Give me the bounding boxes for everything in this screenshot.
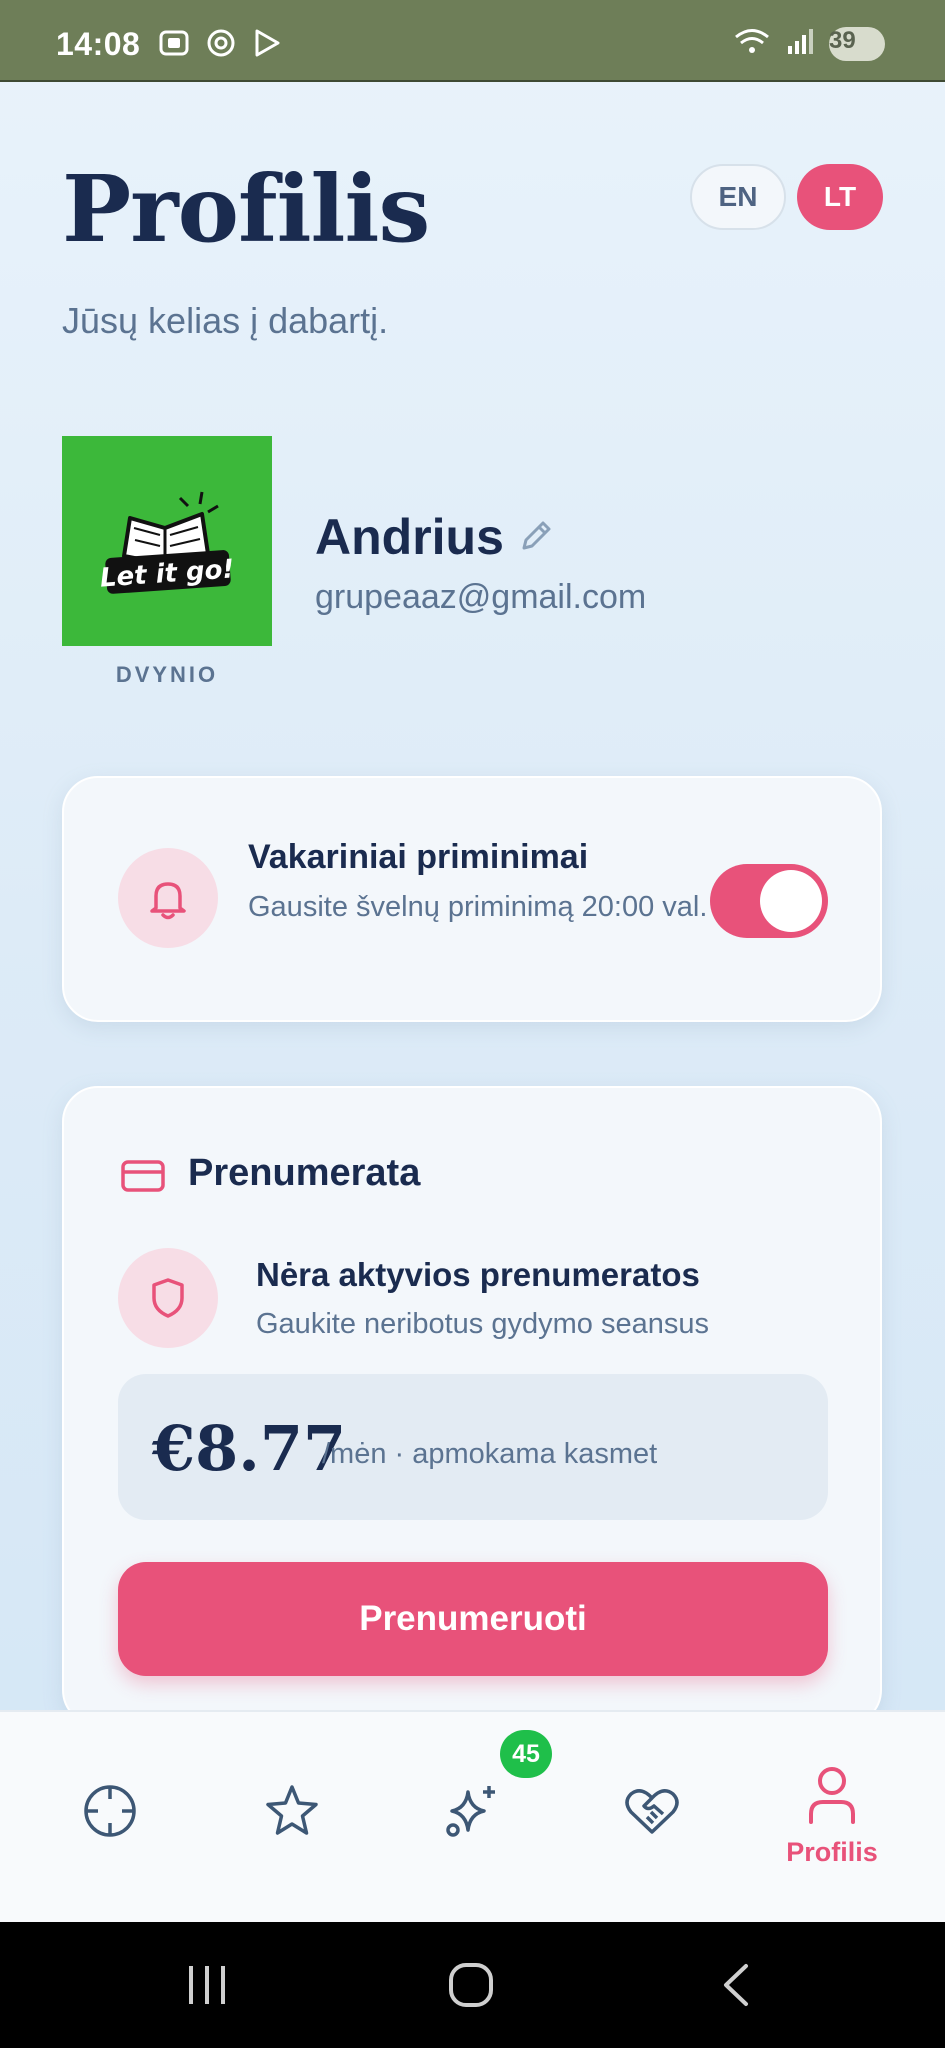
reminder-card: Vakariniai priminimai Gausite švelnų pri…: [62, 776, 882, 1022]
play-store-icon: [252, 28, 282, 63]
status-notification-icons: [158, 28, 282, 63]
notification-badge: 45: [500, 1730, 552, 1778]
status-bar: 14:08 39: [0, 0, 945, 82]
toggle-knob: [760, 870, 822, 932]
heart-handshake-icon: [623, 1782, 681, 1845]
back-icon[interactable]: [718, 1962, 752, 2013]
user-email: grupeaaz@gmail.com: [315, 578, 647, 616]
price-period: /mėn · apmokama kasmet: [322, 1438, 658, 1470]
status-system-icons: 39: [733, 26, 885, 61]
system-nav-bar: [0, 1922, 945, 2048]
nav-item-focus[interactable]: [50, 1762, 170, 1892]
page-subtitle: Jūsų kelias į dabartį.: [62, 300, 389, 341]
subscription-description: Gaukite neribotus gydymo seansus: [256, 1308, 709, 1340]
screenshot-icon: [158, 28, 190, 63]
subscribe-button[interactable]: Prenumeruoti: [118, 1562, 828, 1676]
reminder-toggle[interactable]: [710, 864, 828, 938]
sparkles-icon: [443, 1782, 501, 1845]
chrome-icon: [206, 28, 236, 63]
avatar[interactable]: Let it go!: [62, 436, 272, 646]
language-en-button[interactable]: EN: [690, 164, 786, 230]
recent-apps-icon[interactable]: [185, 1962, 229, 2013]
subscription-status: Nėra aktyvios prenumeratos: [256, 1256, 700, 1293]
subscription-card: Prenumerata Nėra aktyvios prenumeratos G…: [62, 1086, 882, 1726]
signal-icon: [785, 26, 815, 61]
battery-indicator: 39: [829, 26, 885, 61]
crosshair-icon: [81, 1782, 139, 1845]
nav-item-profile-label: Profilis: [786, 1837, 878, 1867]
edit-name-icon[interactable]: [518, 518, 554, 559]
price-amount: €8.77: [152, 1412, 347, 1485]
page-title: Profilis: [62, 155, 430, 263]
reminder-description: Gausite švelnų priminimą 20:00 val.: [248, 891, 708, 923]
star-icon: [263, 1782, 321, 1845]
reminder-title: Vakariniai priminimai: [248, 838, 589, 876]
language-lt-button[interactable]: LT: [797, 164, 883, 230]
home-icon[interactable]: [448, 1962, 494, 2013]
user-icon: [803, 1762, 861, 1831]
credit-card-icon: [120, 1158, 166, 1199]
user-name: Andrius: [315, 509, 504, 565]
nav-item-sessions[interactable]: [412, 1762, 532, 1892]
nav-item-support[interactable]: [592, 1762, 712, 1892]
nav-item-favorites[interactable]: [232, 1762, 352, 1892]
shield-icon: [118, 1248, 218, 1348]
wifi-icon: [733, 26, 771, 61]
nav-item-profile[interactable]: Profilis: [772, 1762, 892, 1892]
subscription-title: Prenumerata: [188, 1152, 421, 1194]
avatar-image: Let it go!: [62, 436, 272, 646]
zodiac-label: DVYNIO: [115, 662, 219, 687]
bell-icon: [118, 848, 218, 948]
price-box: €8.77 /mėn · apmokama kasmet: [118, 1374, 828, 1520]
bottom-nav: 45 Profilis: [0, 1710, 945, 1924]
status-time: 14:08: [56, 26, 141, 62]
